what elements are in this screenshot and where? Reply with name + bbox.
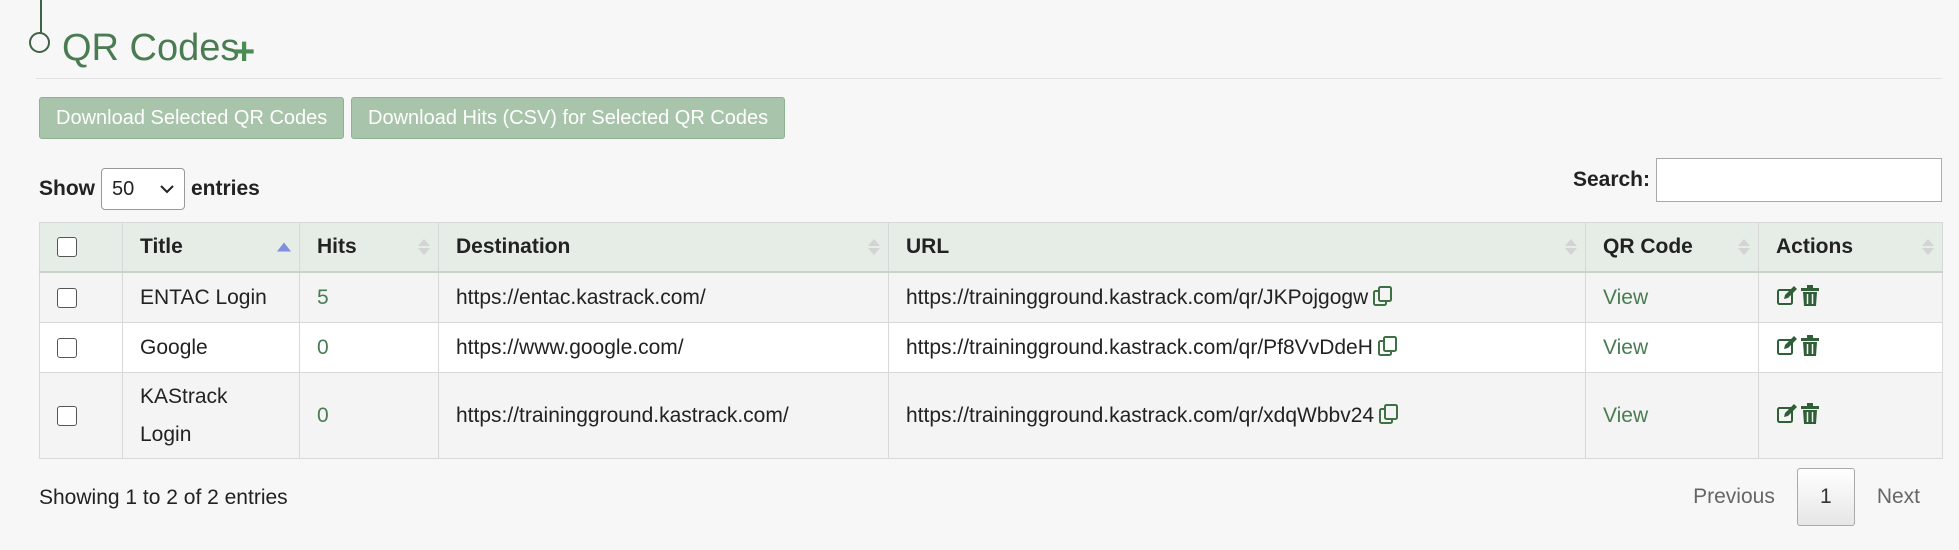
view-qr-link[interactable]: View [1603,336,1648,359]
qr-codes-table: Title Hits Destination URL QR Code Actio… [39,222,1943,459]
trash-icon[interactable] [1800,335,1820,357]
row-checkbox[interactable] [57,287,77,308]
hits-cell: 0 [299,372,439,459]
destination-cell: https://entac.kastrack.com/ [438,271,889,323]
timeline-line [40,0,42,34]
download-hits-csv-button[interactable]: Download Hits (CSV) for Selected QR Code… [351,97,786,139]
column-header-actions[interactable]: Actions [1758,222,1943,273]
page-title: QR Codes [62,27,240,69]
table-info: Showing 1 to 2 of 2 entries [39,486,288,509]
next-page-button[interactable]: Next [1855,468,1942,526]
timeline-node [29,32,50,53]
view-qr-link[interactable]: View [1603,404,1648,427]
select-all-checkbox[interactable] [57,237,77,258]
copy-icon[interactable] [1372,285,1394,307]
qr-code-cell: View [1585,372,1759,459]
actions-cell [1758,322,1943,373]
sort-icon [418,239,430,255]
sort-ascending-icon [277,242,291,252]
destination-cell: https://www.google.com/ [438,322,889,373]
entries-label: entries [191,177,260,200]
trash-icon[interactable] [1800,285,1820,307]
destination-cell: https://trainingground.kastrack.com/ [438,372,889,459]
url-cell: https://trainingground.kastrack.com/qr/P… [888,322,1586,373]
page-1-button[interactable]: 1 [1796,468,1855,526]
title-divider [36,78,1942,79]
column-header-qr-code[interactable]: QR Code [1585,222,1759,273]
search-control: Search: [1573,158,1942,202]
trash-icon[interactable] [1800,402,1820,425]
column-header-hits[interactable]: Hits [299,222,439,273]
edit-icon[interactable] [1776,403,1798,425]
view-qr-link[interactable]: View [1603,286,1648,309]
title-cell: ENTAC Login [122,271,300,323]
table-row: Google 0 https://www.google.com/ https:/… [39,322,1943,373]
title-cell: KAStrack Login [122,372,300,459]
search-label: Search: [1572,168,1650,191]
select-all-header [39,222,123,273]
entries-per-page-select[interactable]: 50 [101,168,185,210]
chevron-down-icon [160,185,174,194]
length-control: Show 50 entries [39,168,260,210]
edit-icon[interactable] [1776,335,1798,357]
url-text: https://trainingground.kastrack.com/qr/J… [906,286,1369,309]
url-cell: https://trainingground.kastrack.com/qr/x… [888,372,1586,459]
pagination: Previous 1 Next [1671,468,1942,526]
table-header-row: Title Hits Destination URL QR Code Actio… [39,222,1943,273]
column-header-url[interactable]: URL [888,222,1586,273]
add-qr-code-icon[interactable]: + [233,33,255,71]
actions-cell [1758,271,1943,323]
row-checkbox[interactable] [57,337,77,358]
entries-per-page-value: 50 [112,178,135,200]
download-selected-qr-codes-button[interactable]: Download Selected QR Codes [39,97,345,139]
qr-code-cell: View [1585,322,1759,373]
column-header-title[interactable]: Title [122,222,300,273]
show-label: Show [39,177,95,200]
previous-page-button[interactable]: Previous [1671,468,1797,526]
title-cell: Google [122,322,300,373]
hits-cell: 5 [299,271,439,323]
sort-icon [868,239,880,255]
edit-icon[interactable] [1776,285,1798,307]
row-select-cell [39,271,123,323]
sort-icon [1922,239,1934,255]
copy-icon[interactable] [1377,335,1399,357]
copy-icon[interactable] [1378,403,1400,425]
search-input[interactable] [1656,158,1942,202]
row-select-cell [39,322,123,373]
column-header-destination[interactable]: Destination [438,222,889,273]
sort-icon [1738,239,1750,255]
actions-cell [1758,372,1943,459]
row-select-cell [39,372,123,459]
row-checkbox[interactable] [57,405,77,426]
sort-icon [1565,239,1577,255]
hits-cell: 0 [299,322,439,373]
qr-code-cell: View [1585,271,1759,323]
url-text: https://trainingground.kastrack.com/qr/x… [906,403,1375,427]
table-row: ENTAC Login 5 https://entac.kastrack.com… [39,271,1943,323]
url-cell: https://trainingground.kastrack.com/qr/J… [888,271,1586,323]
table-row: KAStrack Login 0 https://trainingground.… [39,372,1943,459]
url-text: https://trainingground.kastrack.com/qr/P… [906,336,1373,359]
